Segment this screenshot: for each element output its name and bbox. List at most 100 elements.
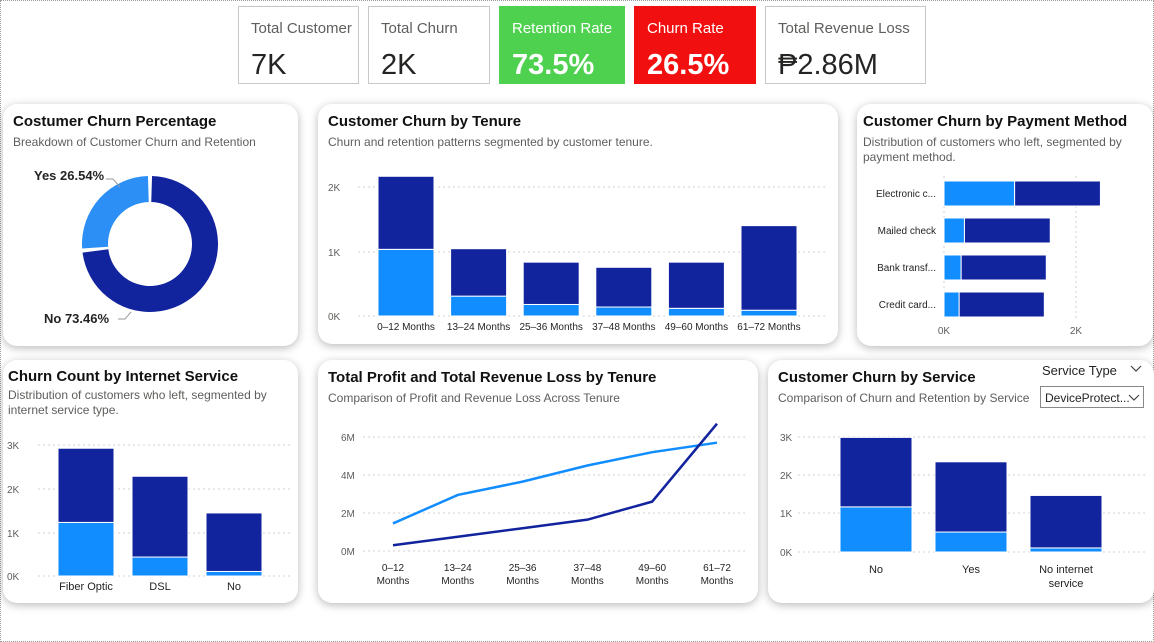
y-tick-1k: 1K xyxy=(7,529,20,540)
x-label-37-48-months: 37–48 Months xyxy=(571,563,604,587)
bar-no-internet-service-retained[interactable] xyxy=(1029,494,1103,549)
x-label-no: No xyxy=(227,581,241,593)
donut-label-no: No 73.46% xyxy=(44,311,109,326)
bar-37-48-months-retained[interactable] xyxy=(595,266,653,308)
y-label-electronic-c: Electronic c... xyxy=(876,189,936,200)
kpi-retention-rate-label: Retention Rate xyxy=(512,20,613,37)
x-label-49-60-months: 49–60 Months xyxy=(636,563,669,587)
kpi-churn-rate[interactable]: Churn Rate 26.5% xyxy=(634,6,756,84)
bar-13-24-months-retained[interactable] xyxy=(450,248,508,297)
x-label-61-72-months: 61–72 Months xyxy=(737,322,800,333)
bar-no-churn[interactable] xyxy=(205,570,263,577)
kpi-total-customer-label: Total Customer xyxy=(251,20,352,37)
x-label-25-36-months: 25–36 Months xyxy=(506,563,539,587)
bar-credit-card-churn[interactable] xyxy=(943,291,960,318)
kpi-total-churn-label: Total Churn xyxy=(381,20,458,37)
bar-bank-transf-retained[interactable] xyxy=(960,254,1047,281)
bar-yes-churn[interactable] xyxy=(934,531,1008,553)
y-tick-3k: 3K xyxy=(780,433,793,444)
bar-0-12-months-churn[interactable] xyxy=(377,248,435,317)
churn-percentage-card[interactable]: Costumer Churn Percentage Breakdown of C… xyxy=(3,104,298,346)
kpi-total-customer-value: 7K xyxy=(251,49,287,81)
donut-chart[interactable]: Yes 26.54% No 73.46% xyxy=(3,104,298,346)
churn-by-internet-card[interactable]: Churn Count by Internet Service Distribu… xyxy=(3,360,298,603)
bar-bank-transf-churn[interactable] xyxy=(943,254,962,281)
kpi-retention-rate[interactable]: Retention Rate 73.5% xyxy=(499,6,625,84)
bar-dsl-churn[interactable] xyxy=(131,556,189,577)
churn-by-tenure-card[interactable]: Customer Churn by Tenure Churn and reten… xyxy=(318,104,838,344)
y-label-mailed-check: Mailed check xyxy=(878,226,937,237)
bar-no-retained[interactable] xyxy=(205,512,263,572)
donut-label-yes: Yes 26.54% xyxy=(34,168,105,183)
bar-dsl-retained[interactable] xyxy=(131,475,189,558)
bar-electronic-c-retained[interactable] xyxy=(1014,180,1101,207)
leader-line-no xyxy=(118,311,132,320)
bar-49-60-months-churn[interactable] xyxy=(667,307,725,317)
bar-25-36-months-retained[interactable] xyxy=(522,261,580,305)
bar-mailed-check-churn[interactable] xyxy=(943,217,965,244)
x-label-13-24-months: 13–24 Months xyxy=(441,563,474,587)
bar-mailed-check-retained[interactable] xyxy=(963,217,1051,244)
internet-bar-chart[interactable]: 3K 2K 1K 0K Fiber Optic DSL No xyxy=(3,360,298,603)
y-tick-2k: 2K xyxy=(7,485,20,496)
kpi-total-revenue-loss[interactable]: Total Revenue Loss ₱2.86M xyxy=(765,6,926,84)
x-label-no: No xyxy=(869,564,883,576)
bar-no-internet-service-churn[interactable] xyxy=(1029,547,1103,553)
x-label-0-12-months: 0–12 Months xyxy=(377,563,410,587)
y-label-credit-card: Credit card... xyxy=(879,300,936,311)
bar-fiber-optic-churn[interactable] xyxy=(57,521,115,577)
x-label-37-48-months: 37–48 Months xyxy=(592,322,655,333)
donut-slice-yes[interactable] xyxy=(82,176,149,249)
x-label-13-24-months: 13–24 Months xyxy=(447,322,510,333)
kpi-total-churn[interactable]: Total Churn 2K xyxy=(368,6,490,84)
y-tick-0m: 0M xyxy=(341,547,355,558)
churn-by-payment-card[interactable]: Customer Churn by Payment Method Distrib… xyxy=(857,104,1153,346)
x-label-no-internet-service: No internet service xyxy=(1039,564,1093,590)
x-label-yes: Yes xyxy=(962,564,980,576)
bar-0-12-months-retained[interactable] xyxy=(377,175,435,250)
kpi-churn-rate-value: 26.5% xyxy=(647,49,730,81)
profit-revenue-card[interactable]: Total Profit and Total Revenue Loss by T… xyxy=(318,360,758,603)
x-label-25-36-months: 25–36 Months xyxy=(520,322,583,333)
kpi-total-churn-value: 2K xyxy=(381,49,417,81)
x-label-fiber-optic: Fiber Optic xyxy=(59,581,113,593)
bar-no-churn[interactable] xyxy=(839,506,913,553)
y-tick-0k: 0K xyxy=(7,572,20,583)
bar-fiber-optic-retained[interactable] xyxy=(57,447,115,523)
churn-by-service-card[interactable]: Customer Churn by Service Comparison of … xyxy=(768,360,1154,603)
bar-13-24-months-churn[interactable] xyxy=(450,295,508,317)
bar-37-48-months-churn[interactable] xyxy=(595,306,653,317)
kpi-total-customer[interactable]: Total Customer 7K xyxy=(238,6,359,84)
service-bar-chart[interactable]: 3K 2K 1K 0K No Yes No internet service xyxy=(768,360,1154,603)
x-label-49-60-months: 49–60 Months xyxy=(665,322,728,333)
bar-credit-card-retained[interactable] xyxy=(958,291,1045,318)
x-label-61-72-months: 61–72 Months xyxy=(701,563,734,587)
kpi-total-revenue-loss-label: Total Revenue Loss xyxy=(778,20,910,37)
y-tick-2m: 2M xyxy=(341,509,355,520)
bar-61-72-months-churn[interactable] xyxy=(740,309,798,317)
bar-electronic-c-churn[interactable] xyxy=(943,180,1016,207)
x-tick-0k: 0K xyxy=(938,326,951,337)
kpi-retention-rate-value: 73.5% xyxy=(512,49,595,81)
payment-bar-chart[interactable]: 0K 2K Electronic c... Mailed check Bank tr… xyxy=(857,104,1153,346)
x-tick-2k: 2K xyxy=(1070,326,1083,337)
bar-25-36-months-churn[interactable] xyxy=(522,303,580,317)
y-tick-1k: 1K xyxy=(328,248,341,259)
bar-49-60-months-retained[interactable] xyxy=(667,261,725,309)
kpi-total-revenue-loss-value: ₱2.86M xyxy=(778,49,878,81)
y-tick-2k: 2K xyxy=(328,183,341,194)
y-tick-1k: 1K xyxy=(780,509,793,520)
y-tick-3k: 3K xyxy=(7,441,20,452)
tenure-bar-chart[interactable]: 2K 1K 0K 0–12 Months 13–24 Months 25–36 Mo… xyxy=(318,104,838,344)
y-tick-4m: 4M xyxy=(341,471,355,482)
y-label-bank-transf: Bank transf... xyxy=(877,263,936,274)
line-series-dark[interactable] xyxy=(392,422,718,547)
y-tick-2k: 2K xyxy=(780,471,793,482)
x-label-0-12-months: 0–12 Months xyxy=(377,322,435,333)
bar-no-retained[interactable] xyxy=(839,436,913,508)
profit-line-chart[interactable]: 6M 4M 2M 0M 0–12 Months 13–24 Months 25–36 Mo… xyxy=(318,360,758,603)
x-label-dsl: DSL xyxy=(149,581,170,593)
bar-61-72-months-retained[interactable] xyxy=(740,225,798,311)
y-tick-6m: 6M xyxy=(341,433,355,444)
bar-yes-retained[interactable] xyxy=(934,461,1008,533)
